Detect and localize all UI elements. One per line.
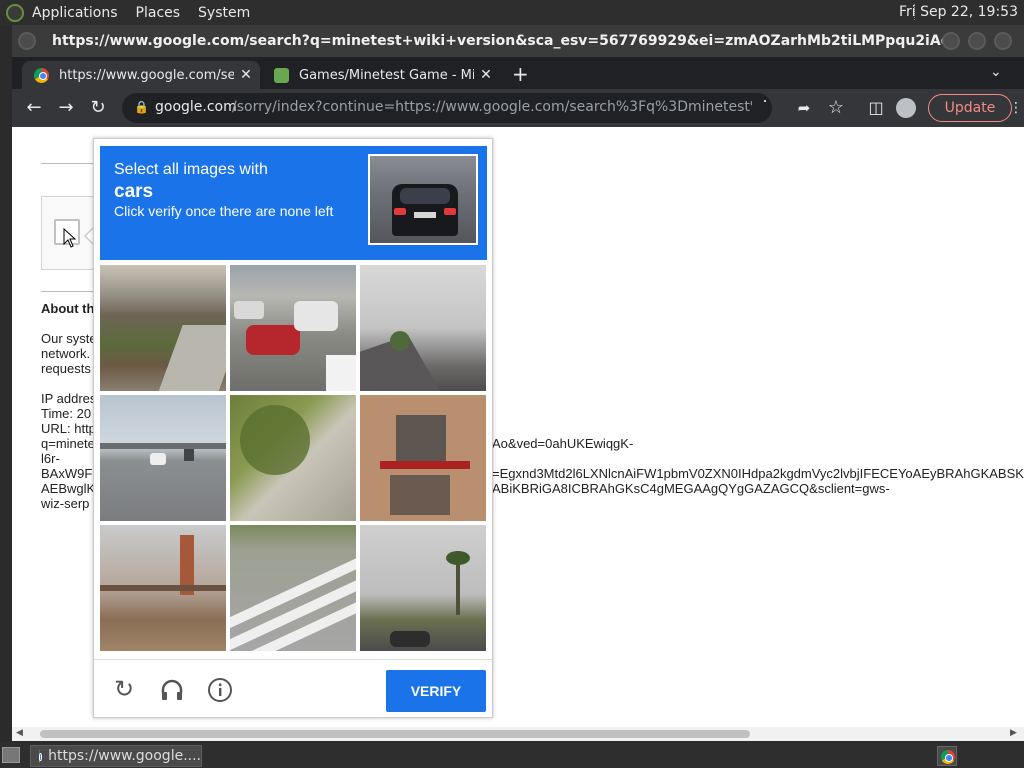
chrome-icon (941, 750, 955, 764)
divider (41, 163, 101, 164)
divider (41, 291, 101, 292)
captcha-tile[interactable] (360, 265, 486, 391)
captcha-sample-image (368, 154, 478, 245)
clock[interactable]: Fri Sep 22, 19:53 (899, 4, 1018, 20)
verify-button[interactable]: VERIFY (386, 670, 486, 712)
distro-logo-icon[interactable] (6, 3, 24, 22)
top-panel: Applications Places System Fri Sep 22, 1… (0, 0, 1024, 25)
mouse-cursor-icon (63, 228, 77, 248)
scrollbar-thumb[interactable] (40, 730, 750, 738)
headphones-icon[interactable] (159, 677, 185, 703)
new-tab-button[interactable]: + (512, 62, 529, 86)
url-host: google.com (155, 99, 237, 115)
menu-places[interactable]: Places (136, 5, 181, 21)
window-title: https://www.google.com/search?q=minetest… (52, 33, 952, 49)
workspace-switcher[interactable] (937, 746, 957, 766)
update-label: Update (944, 100, 996, 116)
maximize-icon[interactable] (968, 32, 986, 50)
captcha-tile[interactable] (360, 395, 486, 521)
browser-toolbar: ← → ↻ 🔒 google.com /sorry/index?continue… (12, 89, 1024, 127)
reload-icon[interactable]: ↻ (111, 677, 137, 703)
info-icon[interactable] (207, 677, 233, 703)
bottom-panel: https://www.google.... (0, 743, 1024, 768)
captcha-keyword: cars (114, 181, 154, 202)
minimize-icon[interactable] (942, 32, 960, 50)
chrome-icon (39, 749, 43, 763)
window-menu-icon[interactable] (18, 32, 36, 50)
taskbar-item-label: https://www.google.... (48, 748, 201, 764)
scroll-left-icon[interactable]: ◀ (16, 728, 23, 738)
minetest-icon (274, 67, 289, 83)
close-window-icon[interactable] (994, 32, 1012, 50)
tab-search-dropdown-icon[interactable]: ⌄ (990, 64, 1002, 80)
url-path: /sorry/index?continue=https://www.google… (232, 99, 752, 115)
share-icon[interactable]: ➦ (792, 96, 816, 120)
forward-button[interactable]: → (54, 96, 78, 120)
url-fragment: ABiKBRiGA8ICBRAhGKsC4gMEGAAgQYgGAZAGCQ&s… (492, 481, 890, 496)
captcha-tile[interactable] (100, 395, 226, 521)
captcha-header: Select all images with cars Click verify… (100, 146, 487, 260)
window-titlebar[interactable]: https://www.google.com/search?q=minetest… (12, 25, 1024, 57)
taskbar-window-item[interactable]: https://www.google.... (30, 745, 202, 767)
captcha-tile[interactable] (100, 265, 226, 391)
tab-title: https://www.google.com/search (59, 67, 234, 83)
url-fragment: =Egxnd3Mtd2l6LXNlcnAiFW1pbmV0ZXN0IHdpa2k… (492, 466, 1024, 481)
address-bar[interactable]: 🔒 google.com /sorry/index?continue=https… (122, 93, 772, 123)
tab-strip: https://www.google.com/search ✕ Games/Mi… (12, 57, 1024, 89)
captcha-tile[interactable] (360, 525, 486, 651)
profile-avatar-icon[interactable] (896, 98, 916, 118)
scroll-right-icon[interactable]: ▶ (1010, 728, 1017, 738)
tab-minetest[interactable]: Games/Minetest Game - Minetest ✕ (262, 61, 500, 89)
tab-title: Games/Minetest Game - Minetest (299, 67, 474, 83)
lock-icon[interactable]: 🔒 (134, 100, 149, 114)
show-desktop-icon[interactable] (2, 747, 20, 763)
about-heading: About th (41, 301, 95, 316)
back-button[interactable]: ← (22, 96, 46, 120)
menu-system[interactable]: System (198, 5, 250, 21)
desktop: Applications Places System Fri Sep 22, 1… (0, 0, 1024, 768)
tab-close-icon[interactable]: ✕ (238, 67, 254, 83)
captcha-instruction: Select all images with (114, 161, 268, 178)
more-menu-icon[interactable]: ⋮ (1009, 95, 1023, 121)
captcha-subinstruction: Click verify once there are none left (114, 203, 334, 219)
side-panel-icon[interactable]: ◫ (864, 96, 888, 120)
about-paragraph: Our syste network. requests (41, 331, 97, 376)
google-icon (34, 67, 49, 83)
captcha-challenge: Select all images with cars Click verify… (93, 138, 493, 718)
request-details: IP addres Time: 20 URL: http q=minete l6… (41, 391, 97, 511)
captcha-tile[interactable] (100, 525, 226, 651)
tab-google-search[interactable]: https://www.google.com/search ✕ (22, 61, 260, 89)
url-fragment: Ao&ved=0ahUKEwiqgK- (492, 436, 634, 451)
horizontal-scrollbar[interactable]: ◀ ▶ (12, 727, 1024, 741)
captcha-tile[interactable] (230, 525, 356, 651)
tab-close-icon[interactable]: ✕ (478, 67, 494, 83)
captcha-image-grid (100, 265, 490, 655)
captcha-footer: ↻ VERIFY (94, 659, 492, 717)
captcha-tile[interactable] (230, 265, 356, 391)
captcha-tile[interactable] (230, 395, 356, 521)
reload-button[interactable]: ↻ (86, 96, 110, 120)
menu-applications[interactable]: Applications (32, 5, 118, 21)
update-button[interactable]: Update ⋮ (928, 94, 1023, 122)
bookmark-star-icon[interactable]: ☆ (824, 96, 848, 120)
